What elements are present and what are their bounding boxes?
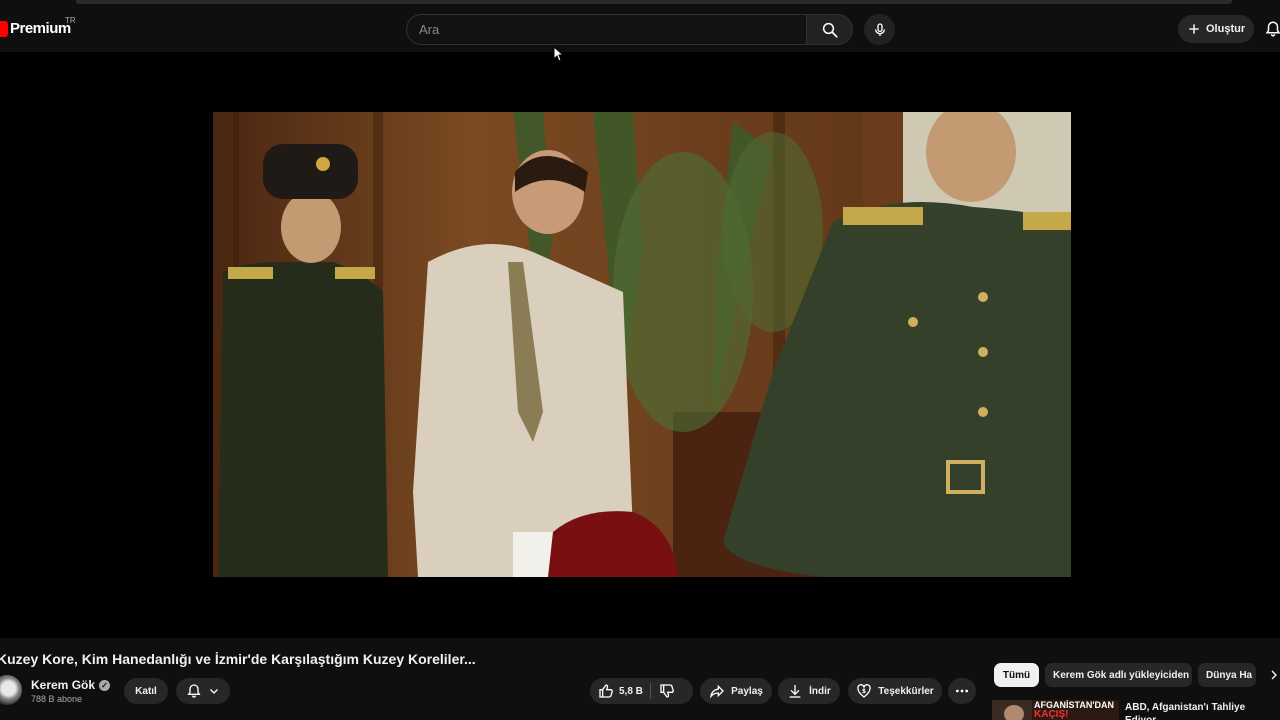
bell-icon: [1265, 21, 1280, 37]
recommendation-title[interactable]: ABD, Afganistan'ı Tahliye Ediyor: [1125, 701, 1275, 720]
thumbs-up-icon: [599, 684, 613, 698]
search-icon: [822, 22, 838, 38]
search-button[interactable]: [806, 14, 853, 45]
bell-icon: [187, 684, 201, 698]
like-dislike-group: 5,8 B: [590, 678, 693, 704]
thumbnail-person-image: [992, 700, 1032, 720]
subscriber-count: 788 B abone: [31, 694, 83, 704]
video-frame: [213, 112, 1071, 577]
video-player[interactable]: [0, 52, 1280, 638]
chip-world[interactable]: Dünya Ha: [1198, 663, 1256, 687]
thanks-button[interactable]: $ Teşekkürler: [848, 678, 942, 704]
logo-text: Premium: [10, 20, 71, 37]
channel-name-link[interactable]: Kerem Gök ✓: [31, 678, 111, 692]
masthead: Premium TR Oluştur: [0, 6, 1280, 52]
join-label: Katıl: [135, 685, 157, 697]
youtube-premium-logo[interactable]: Premium TR: [0, 16, 76, 37]
dislike-button[interactable]: [659, 683, 675, 699]
chevron-right-icon: [1271, 670, 1277, 680]
like-count: 5,8 B: [619, 685, 643, 697]
share-icon: [710, 684, 725, 699]
super-thanks-icon: $: [857, 684, 872, 698]
notifications-button[interactable]: [1264, 20, 1280, 43]
chip-all[interactable]: Tümü: [994, 663, 1039, 687]
recommendation-thumbnail[interactable]: AFGANİSTAN'DAN KAÇIŞ!: [992, 700, 1119, 720]
top-strip-bar: [76, 0, 1232, 4]
video-scene-image: [213, 112, 1071, 577]
channel-avatar[interactable]: [0, 675, 22, 705]
chip-scroll-right-button[interactable]: [1268, 668, 1280, 687]
subscription-notification-button[interactable]: [176, 678, 230, 704]
channel-name: Kerem Gök: [31, 678, 96, 692]
more-horizontal-icon: [956, 689, 968, 693]
plus-icon: [1189, 24, 1199, 34]
share-label: Paylaş: [731, 685, 763, 697]
download-label: İndir: [809, 685, 831, 697]
youtube-logo-icon: [0, 20, 8, 37]
svg-text:$: $: [862, 688, 866, 695]
chevron-down-icon: [210, 689, 218, 694]
search-input[interactable]: [419, 22, 806, 37]
join-button[interactable]: Katıl: [124, 678, 168, 704]
search-box: [406, 14, 806, 45]
microphone-icon: [874, 22, 885, 36]
share-button[interactable]: Paylaş: [700, 678, 772, 704]
verified-badge-icon: ✓: [99, 679, 111, 691]
chip-from-uploader[interactable]: Kerem Gök adlı yükleyiciden: [1045, 663, 1192, 687]
like-divider: [649, 683, 651, 699]
download-icon: [789, 685, 801, 698]
watch-metadata: Kuzey Kore, Kim Hanedanlığı ve İzmir'de …: [0, 638, 1280, 720]
create-button[interactable]: Oluştur: [1178, 15, 1254, 43]
thumbs-down-icon: [660, 684, 674, 698]
more-actions-button[interactable]: [948, 678, 976, 704]
video-title: Kuzey Kore, Kim Hanedanlığı ve İzmir'de …: [0, 651, 476, 667]
thumbnail-text-line2: KAÇIŞ!: [1034, 709, 1069, 720]
logo-region: TR: [65, 16, 76, 25]
thanks-label: Teşekkürler: [878, 685, 934, 697]
like-button[interactable]: 5,8 B: [598, 683, 643, 699]
mouse-cursor-icon: [553, 45, 565, 67]
voice-search-button[interactable]: [864, 14, 895, 45]
create-label: Oluştur: [1206, 23, 1246, 35]
download-button[interactable]: İndir: [778, 678, 840, 704]
